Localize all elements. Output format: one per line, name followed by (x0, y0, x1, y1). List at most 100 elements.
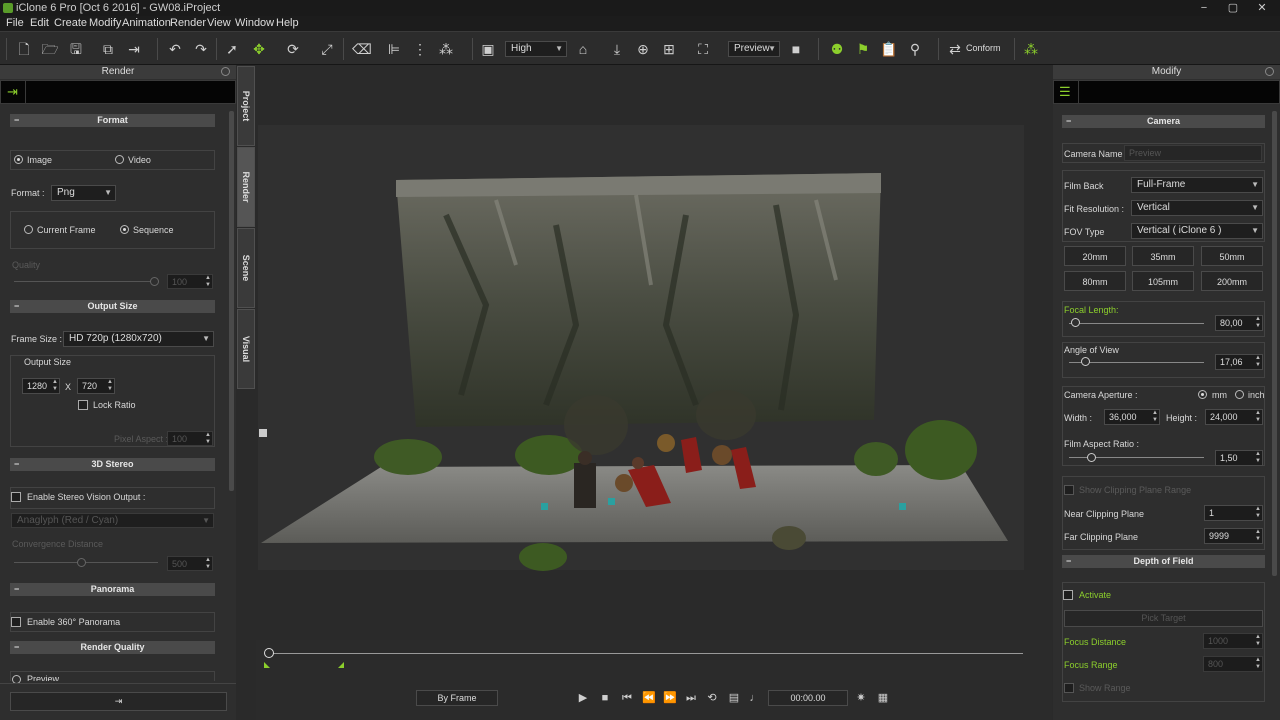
menu-render[interactable]: Render (170, 16, 206, 31)
render-quality-section[interactable]: − Render Quality (10, 641, 215, 654)
render-export-button[interactable]: ⇥ (10, 692, 227, 711)
fast-forward-icon[interactable]: ⏩ (661, 689, 679, 707)
stereo-checkbox[interactable] (11, 492, 21, 502)
film-icon[interactable]: ▦ (874, 689, 892, 707)
play-icon[interactable]: ▶ (574, 689, 592, 707)
fit-resolution-dropdown[interactable]: Vertical ▼ (1131, 200, 1263, 216)
menu-create[interactable]: Create (54, 16, 87, 31)
focal-length-input[interactable]: 80,00 ▲ ▼ (1215, 315, 1263, 331)
new-file-icon[interactable]: 🗋 (15, 40, 33, 58)
output-width-input[interactable]: 1280 ▲ ▼ (22, 378, 60, 394)
stereo-section[interactable]: −3D Stereo (10, 458, 215, 471)
output-height-input[interactable]: 720 ▲ ▼ (77, 378, 115, 394)
menu-view[interactable]: View (207, 16, 231, 31)
convergence-slider[interactable] (77, 558, 86, 567)
camera-name-input[interactable]: Preview (1124, 145, 1262, 161)
tab-scene[interactable]: Scene (237, 228, 255, 308)
menu-file[interactable]: File (6, 16, 24, 31)
lens-20mm-button[interactable]: 20mm (1064, 246, 1126, 266)
caption-icon[interactable]: ▤ (725, 689, 743, 707)
menu-edit[interactable]: Edit (30, 16, 49, 31)
tab-project[interactable]: Project (237, 66, 255, 146)
pixel-aspect-input[interactable]: 100 ▲ ▼ (167, 431, 213, 446)
grass-icon[interactable]: ⁂ (437, 40, 455, 58)
align-icon[interactable]: ⊫ (385, 40, 403, 58)
distribute-icon[interactable]: ⋮ (411, 40, 429, 58)
center-icon[interactable]: ⊕ (634, 40, 652, 58)
start-marker-icon[interactable] (264, 662, 270, 668)
character-icon[interactable]: ⚉ (828, 40, 846, 58)
undo-icon[interactable]: ↶ (166, 40, 184, 58)
depth-of-field-section[interactable]: − Depth of Field (1062, 555, 1265, 568)
focus-distance-input[interactable]: 1000 ▲ ▼ (1203, 633, 1263, 649)
skip-end-icon[interactable]: ⏭ (682, 689, 700, 707)
quality-slider[interactable] (150, 277, 159, 286)
link-icon[interactable]: ⚲ (906, 40, 924, 58)
conform-button[interactable]: Conform (966, 43, 1001, 53)
import-icon[interactable]: ⧉ (99, 40, 117, 58)
lens-200mm-button[interactable]: 200mm (1201, 271, 1263, 291)
current-frame-radio[interactable] (24, 225, 33, 234)
close-button[interactable]: ✕ (1248, 0, 1276, 16)
end-marker-icon[interactable] (338, 662, 344, 668)
near-clipping-input[interactable]: 1 ▲ ▼ (1204, 505, 1263, 521)
clipboard-icon[interactable]: 📋 (880, 40, 898, 58)
right-scrollbar[interactable] (1272, 111, 1277, 576)
scale-icon[interactable]: ⤢ (318, 40, 336, 58)
conform-icon[interactable]: ⇄ (946, 40, 964, 58)
aperture-width-input[interactable]: 36,000 ▲ ▼ (1104, 409, 1160, 425)
fov-type-dropdown[interactable]: Vertical ( iClone 6 ) ▼ (1131, 223, 1263, 239)
eraser-icon[interactable]: ⌫ (352, 40, 372, 58)
3d-viewport[interactable] (256, 65, 1052, 720)
lock-ratio-checkbox[interactable] (78, 400, 88, 410)
sliders-icon[interactable]: ☰ (1059, 84, 1071, 100)
menu-modify[interactable]: Modify (89, 16, 121, 31)
quality-input[interactable]: 100 ▲ ▼ (167, 274, 213, 289)
sequence-radio[interactable] (120, 225, 129, 234)
left-scrollbar[interactable] (229, 111, 234, 491)
by-frame-button[interactable]: By Frame (416, 690, 498, 706)
maximize-button[interactable]: ▢ (1219, 0, 1247, 16)
quality-dropdown[interactable]: High ▼ (505, 41, 567, 57)
loop-icon[interactable]: ⟲ (703, 689, 721, 707)
lens-105mm-button[interactable]: 105mm (1132, 271, 1194, 291)
focus-range-input[interactable]: 800 ▲ ▼ (1203, 656, 1263, 672)
camera-icon[interactable]: ■ (787, 40, 805, 58)
dof-activate-checkbox[interactable] (1063, 590, 1073, 600)
modify-close-icon[interactable] (1265, 67, 1274, 76)
menu-window[interactable]: Window (235, 16, 274, 31)
open-folder-icon[interactable]: 🗁 (41, 40, 59, 58)
timeline-track[interactable] (268, 653, 1023, 654)
angle-of-view-slider[interactable] (1081, 357, 1090, 366)
redo-icon[interactable]: ↷ (192, 40, 210, 58)
far-clipping-input[interactable]: 9999 ▲ ▼ (1204, 528, 1263, 544)
export-render-icon[interactable]: ⇥ (7, 84, 18, 100)
view-mode-dropdown[interactable]: Preview ▼ (728, 41, 780, 57)
tab-render[interactable]: Render (237, 147, 255, 227)
panorama-section[interactable]: − Panorama (10, 583, 215, 596)
particle-icon[interactable]: ⁂ (1022, 40, 1040, 58)
frame-selected-icon[interactable]: ⊞ (660, 40, 678, 58)
pick-target-button[interactable]: Pick Target (1064, 610, 1263, 627)
fit-view-icon[interactable]: ⛶ (694, 40, 712, 58)
film-aspect-slider[interactable] (1087, 453, 1096, 462)
stereo-mode-dropdown[interactable]: Anaglyph (Red / Cyan) ▼ (11, 513, 214, 528)
rotate-icon[interactable]: ⟳ (284, 40, 302, 58)
music-note-icon[interactable]: ♩ (746, 689, 764, 707)
video-radio[interactable] (115, 155, 124, 164)
show-range-checkbox[interactable] (1064, 683, 1074, 693)
output-size-section[interactable]: − Output Size (10, 300, 215, 313)
show-clipping-checkbox[interactable] (1064, 485, 1074, 495)
image-radio[interactable] (14, 155, 23, 164)
inch-radio[interactable] (1235, 390, 1244, 399)
lens-80mm-button[interactable]: 80mm (1064, 271, 1126, 291)
flag-icon[interactable]: ⚑ (854, 40, 872, 58)
film-back-dropdown[interactable]: Full-Frame ▼ (1131, 177, 1263, 193)
timeline-scrubber[interactable] (264, 648, 274, 658)
format-section[interactable]: − Format (10, 114, 215, 127)
drop-to-floor-icon[interactable]: ⤓ (608, 40, 626, 58)
render-window-icon[interactable]: ▣ (479, 40, 497, 58)
home-icon[interactable]: ⌂ (574, 40, 592, 58)
focal-length-slider[interactable] (1071, 318, 1080, 327)
film-aspect-input[interactable]: 1,50 ▲ ▼ (1215, 450, 1263, 466)
